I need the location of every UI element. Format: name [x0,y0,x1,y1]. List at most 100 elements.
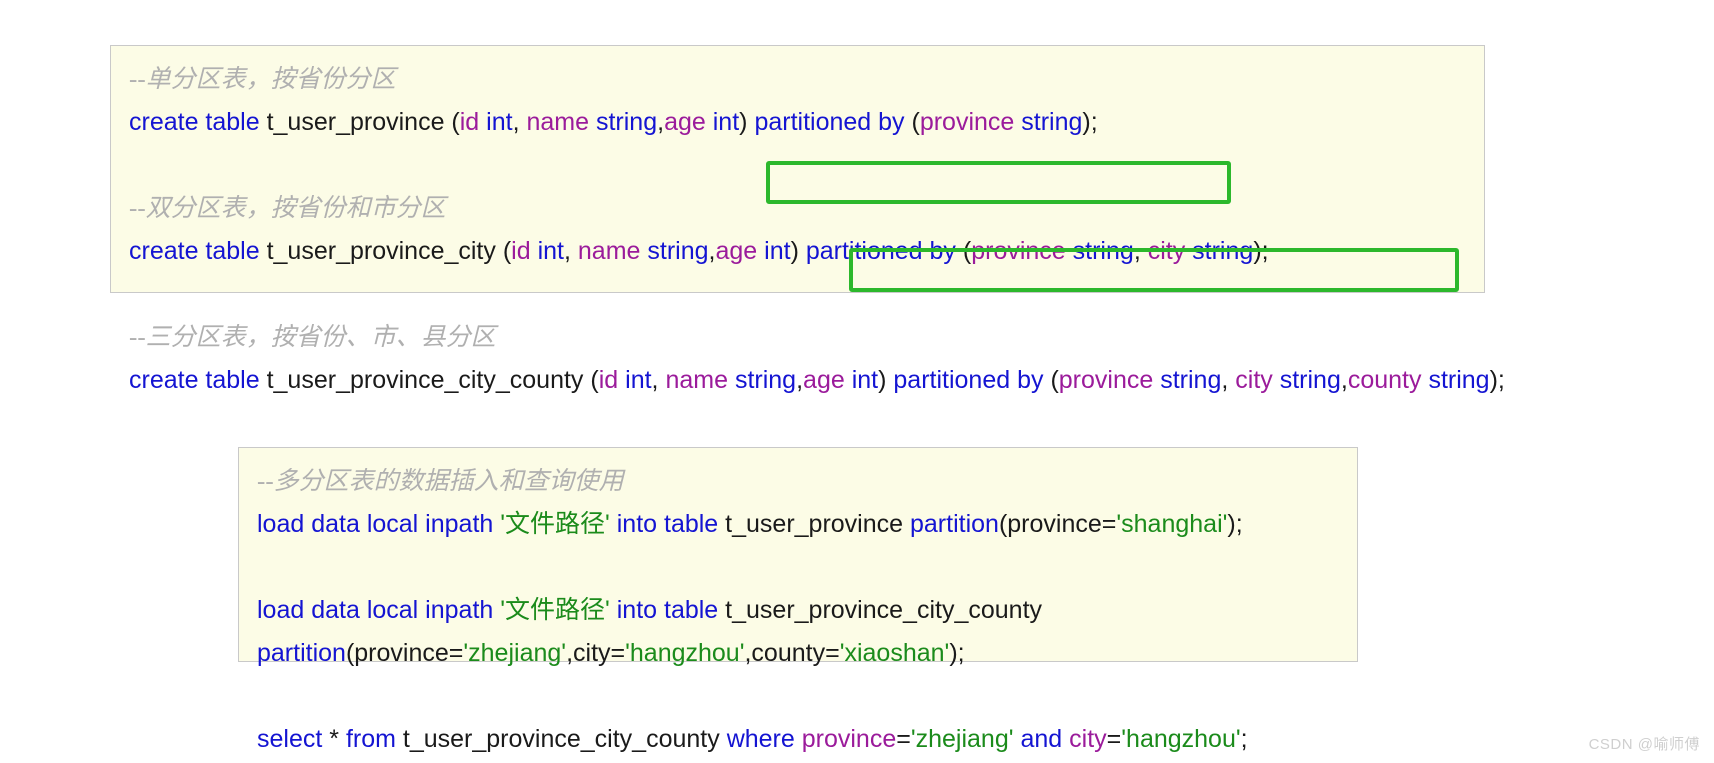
comma: , [1133,237,1148,265]
paren-open: ( [955,237,972,265]
sql-statement-create-province-city-county: create table t_user_province_city_county… [129,359,1505,402]
keyword-where: where [726,725,795,753]
column-age: age [803,366,845,394]
statement-terminator: ); [1489,366,1505,394]
table-name: t_user_province_city [259,237,503,265]
type-int: int [844,366,879,394]
comma: , [1221,366,1236,394]
comment-line-double-partition: --双分区表，按省份和市分区 [129,187,1470,230]
value-city: 'hangzhou' [1121,725,1241,753]
column-id: id [598,366,619,394]
statement-terminator: ); [1227,510,1243,538]
column-name: name [577,237,641,265]
partition-column-city: city [1235,366,1273,394]
partition-column-province: province [971,237,1066,265]
type-int: int [618,366,652,394]
partition-column-province: province [919,108,1015,136]
type-string: string [589,108,658,136]
comment-line-triple-partition: --三分区表，按省份、市、县分区 [129,316,1470,359]
column-age: age [664,108,706,136]
operator-equals: = [1106,725,1122,753]
comma: , [1340,366,1348,394]
partition-arg-province: (province= [998,510,1117,538]
sql-statement-load-province: load data local inpath '文件路径' into table… [257,503,1343,546]
column-id: id [459,108,480,136]
paren-close: ) [790,237,799,265]
comma: , [563,237,578,265]
partition-arg-city: ,city= [566,639,626,667]
keyword-into-table: into table [609,510,719,538]
code-block-create-table: --单分区表，按省份分区 create table t_user_provinc… [110,45,1505,394]
comment-line-single-partition: --单分区表，按省份分区 [129,58,1470,101]
statement-terminator: ); [949,639,965,667]
sql-statement-load-county-part1: load data local inpath '文件路径' into table… [257,589,1343,632]
partition-column-county: county [1347,366,1422,394]
paren-close: ) [739,108,755,136]
value-province: 'zhejiang' [910,725,1014,753]
sql-comment: --单分区表，按省份分区 [129,66,396,93]
predicate-column-province: province [794,725,897,753]
predicate-column-city: city [1062,725,1107,753]
code-block-dml: --多分区表的数据插入和查询使用 load data local inpath … [238,447,1358,753]
table-name: t_user_province_city_county [718,596,1043,624]
keyword-partitioned-by: partitioned by [886,366,1044,394]
value-city: 'hangzhou' [625,639,745,667]
value-province: 'shanghai' [1116,510,1228,538]
sql-comment: --双分区表，按省份和市分区 [129,195,446,222]
type-string: string [1014,108,1083,136]
statement-terminator: ); [1253,237,1269,265]
keyword-and: and [1013,725,1063,753]
type-string: string [728,366,797,394]
keyword-create-table: create table [129,237,260,265]
value-county: 'xiaoshan' [839,639,950,667]
sql-statement-select: select * from t_user_province_city_count… [257,718,1343,761]
keyword-partitioned-by: partitioned by [798,237,956,265]
csdn-watermark: CSDN @喻师傅 [1588,736,1700,753]
paren-open: ( [451,108,460,136]
partition-column-province: province [1058,366,1154,394]
sql-statement-create-province: create table t_user_province (id int, na… [129,101,1470,144]
keyword-load-data-local-inpath: load data local inpath [257,510,494,538]
type-int: int [705,108,740,136]
partition-column-city: city [1147,237,1186,265]
paren-open: ( [502,237,512,265]
partition-arg-county: ,county= [744,639,840,667]
type-int: int [757,237,791,265]
type-string: string [640,237,709,265]
column-age: age [715,237,758,265]
comment-line-dml: --多分区表的数据插入和查询使用 [257,460,1343,503]
keyword-load-data-local-inpath: load data local inpath [257,596,494,624]
paren-open: ( [904,108,920,136]
string-file-path: '文件路径' [493,596,610,624]
table-name: t_user_province_city_county [395,725,727,753]
paren-open: ( [1043,366,1059,394]
type-string: string [1065,237,1134,265]
sql-statement-create-province-city: create table t_user_province_city (id in… [129,230,1470,273]
comma: , [796,366,804,394]
type-string: string [1272,366,1341,394]
table-name: t_user_province [259,108,452,136]
comma: , [651,366,666,394]
statement-terminator: ; [1240,725,1248,753]
keyword-into-table: into table [609,596,719,624]
keyword-partition: partition [257,639,346,667]
keyword-create-table: create table [129,366,260,394]
column-name: name [665,366,728,394]
type-string: string [1153,366,1222,394]
column-name: name [526,108,590,136]
column-id: id [511,237,531,265]
comma: , [512,108,527,136]
statement-terminator: ); [1082,108,1098,136]
string-file-path: '文件路径' [493,510,610,538]
sql-statement-load-county-part2: partition(province='zhejiang',city='hang… [257,632,1343,675]
paren-open: ( [590,366,599,394]
partition-arg-province: (province= [345,639,464,667]
operator-equals: = [896,725,911,753]
value-province: 'zhejiang' [463,639,567,667]
table-name: t_user_province_city_county [259,366,591,394]
keyword-from: from [345,725,396,753]
